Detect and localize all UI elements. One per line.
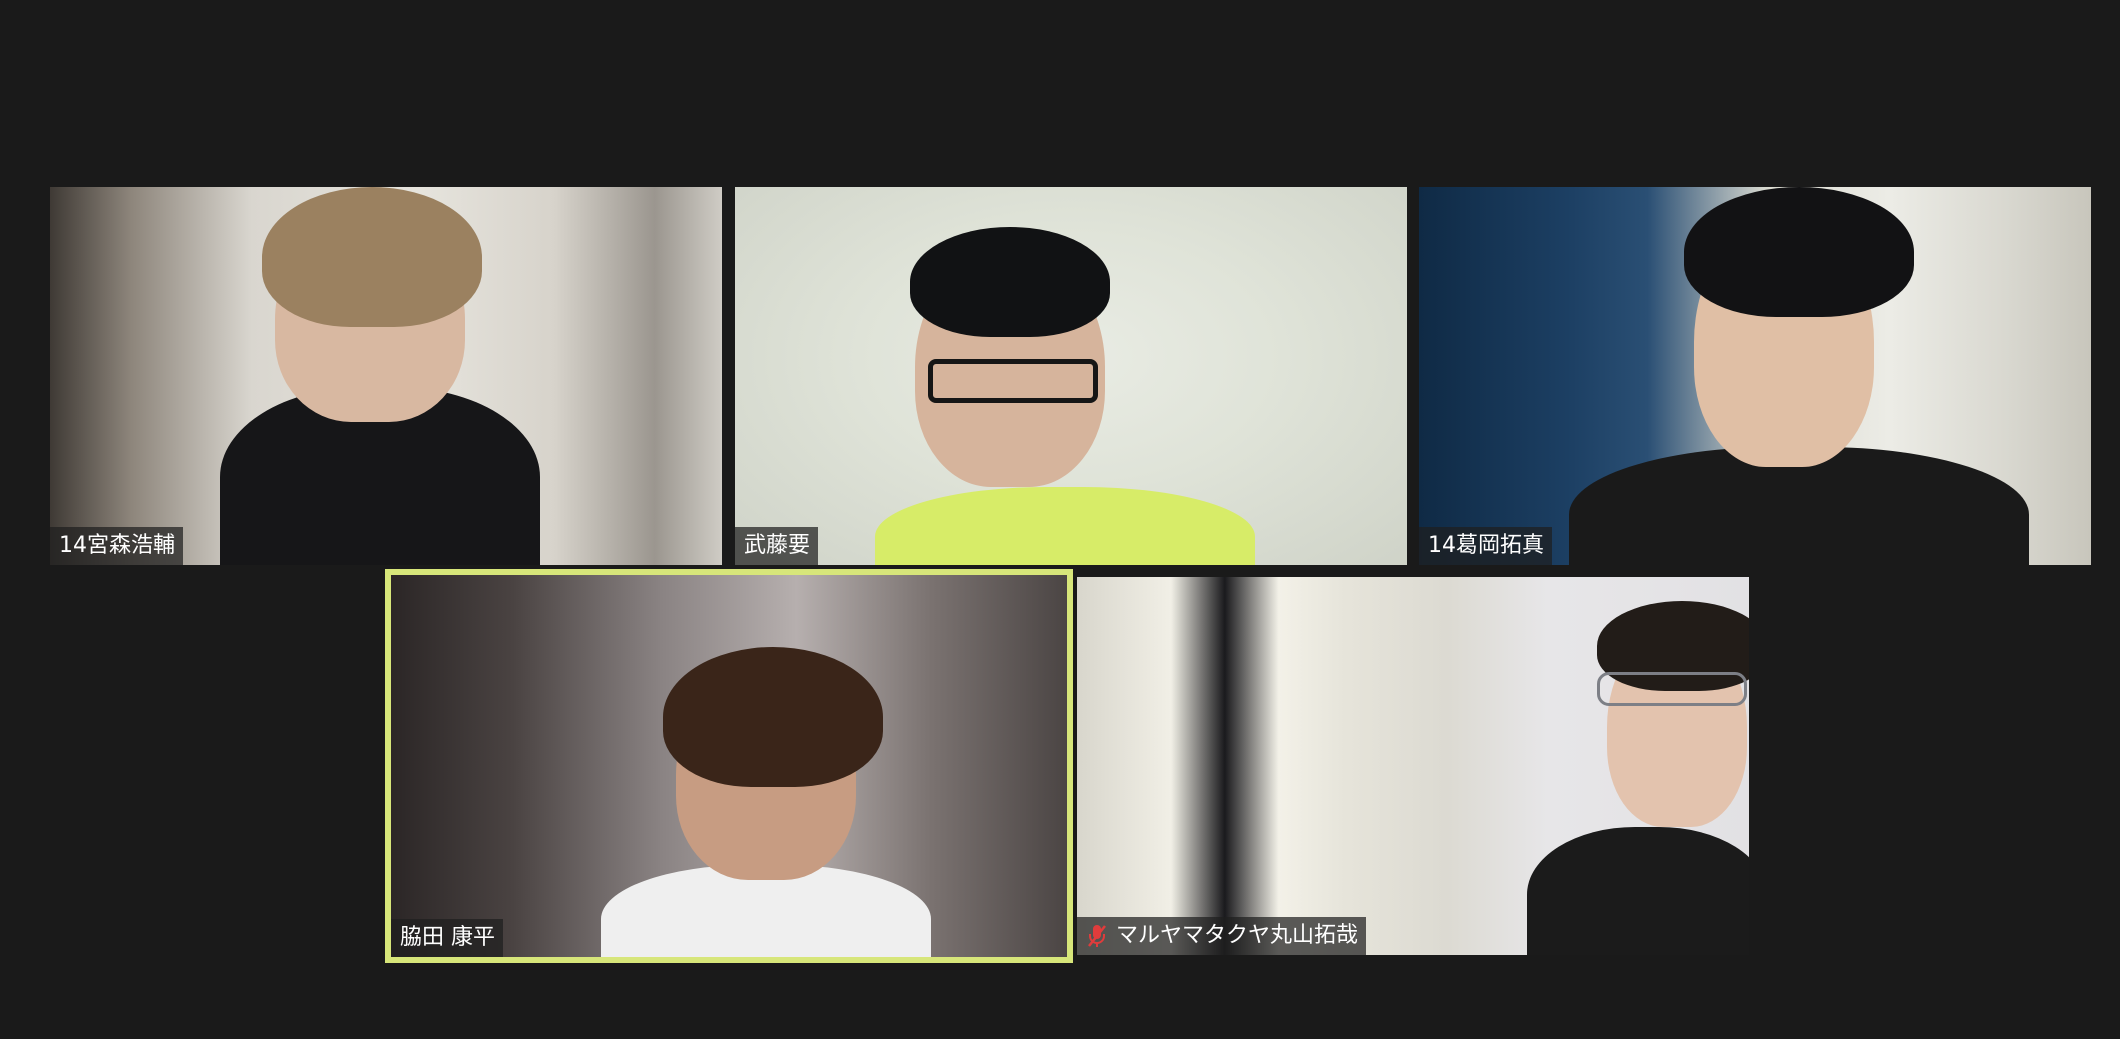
participant-name: 脇田 康平	[400, 925, 495, 950]
participant-video	[50, 187, 722, 565]
participant-nametag: 14葛岡拓真	[1419, 527, 1552, 565]
participant-video	[735, 187, 1407, 565]
video-tile-participant-2[interactable]: 武藤要	[735, 187, 1407, 565]
video-tile-participant-1[interactable]: 14宮森浩輔	[50, 187, 722, 565]
participant-body	[1527, 827, 1749, 955]
participant-name: マルヤマタクヤ丸山拓哉	[1116, 923, 1359, 948]
participant-name: 14宮森浩輔	[59, 533, 175, 558]
glasses	[928, 359, 1098, 403]
participant-hair	[663, 647, 883, 787]
participant-name: 武藤要	[744, 533, 811, 558]
participant-body	[875, 487, 1255, 565]
video-tile-participant-4[interactable]: 脇田 康平	[385, 569, 1073, 963]
participant-video	[1077, 577, 1749, 955]
participant-nametag: 武藤要	[735, 527, 819, 565]
video-tile-participant-3[interactable]: 14葛岡拓真	[1419, 187, 2091, 565]
participant-nametag: 14宮森浩輔	[50, 527, 183, 565]
participant-video	[1419, 187, 2091, 565]
mic-muted-icon	[1086, 923, 1108, 949]
participant-hair	[1684, 187, 1914, 317]
participant-hair	[262, 187, 482, 327]
gallery-view: 14宮森浩輔 武藤要 14葛岡拓真 脇田 康平 マルヤマタクヤ丸山拓哉	[0, 0, 2120, 1039]
participant-nametag: 脇田 康平	[391, 919, 503, 957]
glasses	[1597, 672, 1747, 706]
participant-video	[391, 575, 1067, 957]
participant-name: 14葛岡拓真	[1428, 533, 1544, 558]
video-tile-participant-5[interactable]: マルヤマタクヤ丸山拓哉	[1077, 577, 1749, 955]
participant-nametag: マルヤマタクヤ丸山拓哉	[1077, 917, 1367, 955]
participant-hair	[910, 227, 1110, 337]
